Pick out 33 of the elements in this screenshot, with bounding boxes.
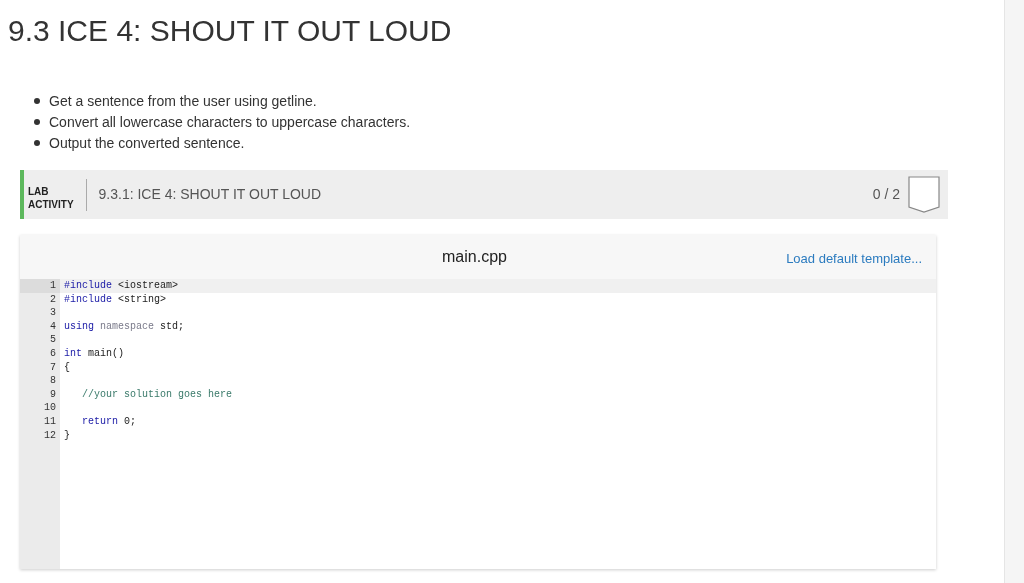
load-template-link[interactable]: Load default template... [786,249,922,269]
bullet-icon [34,119,40,125]
line-number: 2 [50,293,56,305]
score-text: 0 / 2 [872,185,900,204]
line-number: 8 [50,375,56,387]
line-number: 4 [50,320,56,332]
activity-title: 9.3.1: ICE 4: SHOUT IT OUT LOUD [98,185,322,204]
code-line: { [64,361,70,373]
code-line: return 0; [81,415,137,427]
code-line: int main() [64,347,125,359]
code-line: #include <iostream> [64,280,179,291]
code-line: } [64,429,70,441]
line-number: 10 [44,402,56,414]
line-number: 9 [50,388,56,400]
line-number: 11 [44,415,56,427]
file-name: main.cpp [442,247,507,267]
line-number: 3 [50,307,56,319]
instruction-text: Get a sentence from the user using getline. [49,92,317,110]
bullet-icon [34,140,40,146]
code-line: using namespace std; [64,320,185,332]
bullet-icon [34,98,40,104]
line-number: 12 [44,429,56,441]
instruction-text: Convert all lowercase characters to uppercase characters. [49,113,411,131]
page-title: 9.3 ICE 4: SHOUT IT OUT LOUD [8,13,452,49]
code-line: #include <string> [64,293,167,305]
line-number: 7 [50,361,56,373]
line-number: 6 [50,347,56,359]
line-number: 5 [50,334,56,346]
code-line: //your solution goes here [81,388,233,400]
line-number: 1 [50,280,56,291]
lab-activity-label: LAB ACTIVITY [27,184,75,211]
badge-icon [908,176,940,213]
instruction-text: Output the converted sentence. [49,134,245,152]
